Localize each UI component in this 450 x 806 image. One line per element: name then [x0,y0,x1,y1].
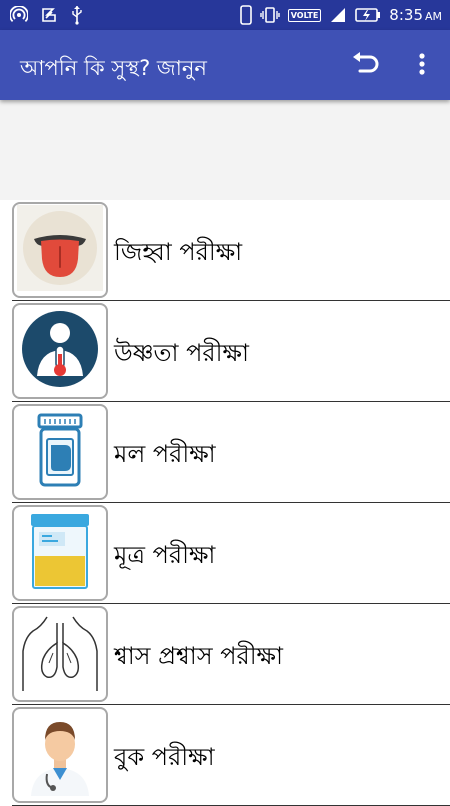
usb-icon [70,5,84,25]
signal-icon [329,6,347,24]
more-vert-icon [419,52,425,80]
item-label: বুক পরীক্ষা [114,743,215,771]
tongue-icon [17,205,103,295]
item-label: জিহ্বা পরীক্ষা [114,238,243,266]
overflow-menu-button[interactable] [410,50,434,82]
lungs-icon [17,609,103,699]
hotspot-icon [10,6,28,24]
battery-charging-icon [355,8,381,22]
item-label: শ্বাস প্রশ্বাস পরীক্ষা [114,642,283,670]
vibrate-icon [260,6,280,24]
volte-badge: VOLTE [287,8,322,22]
urine-thumbnail [12,505,108,601]
undo-button[interactable] [348,50,382,82]
chest-thumbnail [12,707,108,803]
test-list: জিহ্বা পরীক্ষা উষ্ণতা পরীক্ষা মল পরীক্ষা… [0,200,450,806]
clock: 8:35 AM [389,6,442,24]
item-label: উষ্ণতা পরীক্ষা [114,339,249,367]
doctor-icon [17,710,103,800]
temperature-thumbnail [12,303,108,399]
list-item-chest-test[interactable]: বুক পরীক্ষা [0,705,450,806]
app-title: আপনি কি সুস্থ? জানুন [20,56,207,80]
phone-icon [239,5,252,25]
breathing-thumbnail [12,606,108,702]
list-item-breathing-test[interactable]: শ্বাস প্রশ্বাস পরীক্ষা [0,604,450,705]
stool-container-icon [17,407,103,497]
urine-container-icon [17,508,103,598]
item-label: মূত্র পরীক্ষা [114,541,216,569]
ad-banner-area [0,100,450,200]
nfc-icon [40,6,58,24]
item-label: মল পরীক্ষা [114,440,216,468]
status-bar: VOLTE 8:35 AM [0,0,450,30]
thermometer-icon [17,306,103,396]
stool-thumbnail [12,404,108,500]
list-item-tongue-test[interactable]: জিহ্বা পরীক্ষা [0,200,450,301]
app-bar: আপনি কি সুস্থ? জানুন [0,30,450,100]
tongue-thumbnail [12,202,108,298]
list-item-temperature-test[interactable]: উষ্ণতা পরীক্ষা [0,301,450,402]
list-item-urine-test[interactable]: মূত্র পরীক্ষা [0,503,450,604]
list-item-stool-test[interactable]: মল পরীক্ষা [0,402,450,503]
undo-icon [350,51,380,81]
